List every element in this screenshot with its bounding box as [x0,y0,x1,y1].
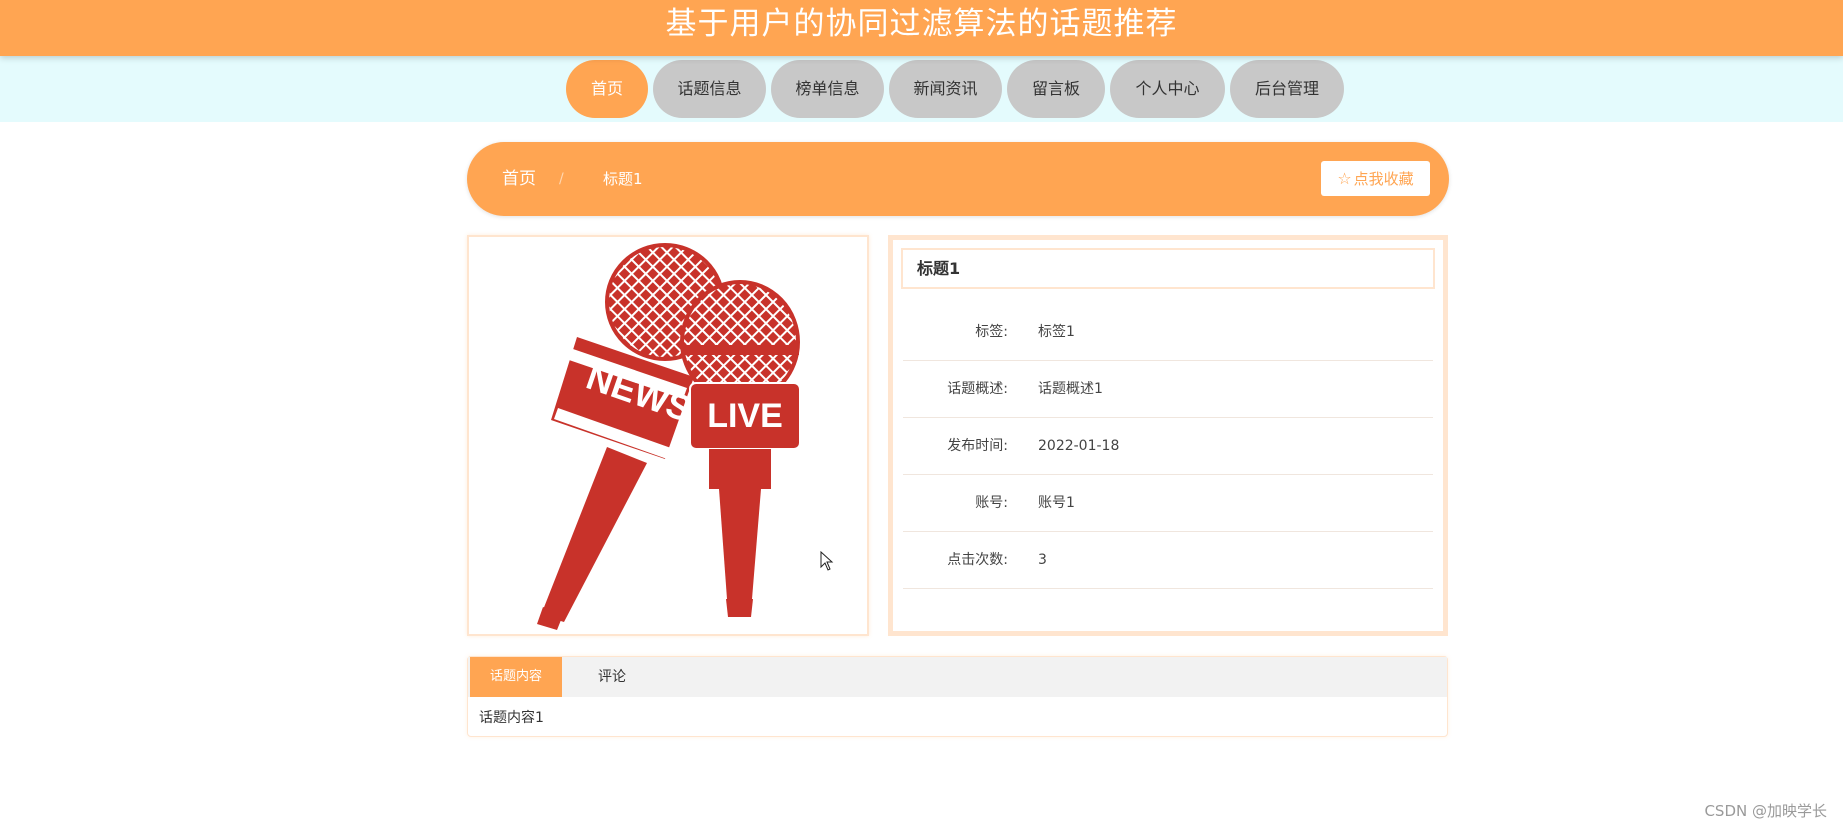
breadcrumb-home-link[interactable]: 首页 [502,142,536,216]
nav-item-news[interactable]: 新闻资讯 [889,60,1002,118]
topic-image-panel: NEWS LIVE [467,235,869,636]
detail-value: 标签1 [1038,324,1075,340]
news-live-microphones-image: NEWS LIVE [537,243,801,630]
detail-title: 标题1 [901,248,1435,289]
detail-row-click-count: 点击次数: 3 [903,532,1433,589]
detail-row-publish-time: 发布时间: 2022-01-18 [903,418,1433,475]
detail-label: 标签: [975,324,1008,340]
live-microphone-icon: LIVE [680,280,801,617]
favorite-button[interactable]: ☆ 点我收藏 [1321,161,1430,196]
content-tabs: 话题内容 评论 话题内容1 [467,656,1448,737]
detail-value: 3 [1038,552,1047,568]
tab-header: 话题内容 评论 [468,657,1447,697]
star-icon: ☆ [1337,169,1352,188]
nav-item-home[interactable]: 首页 [566,60,648,118]
top-header: 基于用户的协同过滤算法的话题推荐 [0,0,1843,56]
tab-topic-content[interactable]: 话题内容 [470,657,562,697]
site-title: 基于用户的协同过滤算法的话题推荐 [665,6,1178,42]
detail-value: 账号1 [1038,495,1075,511]
watermark: CSDN @加映学长 [1704,802,1827,820]
breadcrumb-current: 标题1 [603,170,643,188]
detail-row-account: 账号: 账号1 [903,475,1433,532]
detail-row-tag: 标签: 标签1 [903,304,1433,361]
detail-value: 2022-01-18 [1038,438,1120,454]
favorite-button-label: 点我收藏 [1353,170,1414,188]
nav-item-messageboard[interactable]: 留言板 [1007,60,1105,118]
main-nav: 首页 话题信息 榜单信息 新闻资讯 留言板 个人中心 后台管理 [0,56,1843,122]
nav-item-admin[interactable]: 后台管理 [1230,60,1344,118]
topic-detail-panel: 标题1 标签: 标签1 话题概述: 话题概述1 发布时间: 2022-01-18… [888,235,1448,636]
mouse-cursor-icon [820,551,834,571]
nav-list: 首页 话题信息 榜单信息 新闻资讯 留言板 个人中心 后台管理 [566,60,1344,118]
detail-value: 话题概述1 [1038,381,1103,397]
nav-item-topics[interactable]: 话题信息 [653,60,766,118]
breadcrumb: 首页 / 标题1 ☆ 点我收藏 [467,142,1449,216]
detail-label: 话题概述: [947,381,1008,397]
detail-row-summary: 话题概述: 话题概述1 [903,361,1433,418]
nav-item-rankings[interactable]: 榜单信息 [771,60,884,118]
breadcrumb-separator: / [559,171,564,187]
tab-content-text: 话题内容1 [479,710,544,726]
nav-item-profile[interactable]: 个人中心 [1110,60,1225,118]
tab-comments[interactable]: 评论 [562,657,662,697]
live-label: LIVE [707,397,783,435]
detail-label: 发布时间: [947,438,1008,454]
detail-label: 点击次数: [947,552,1008,568]
detail-label: 账号: [975,495,1008,511]
